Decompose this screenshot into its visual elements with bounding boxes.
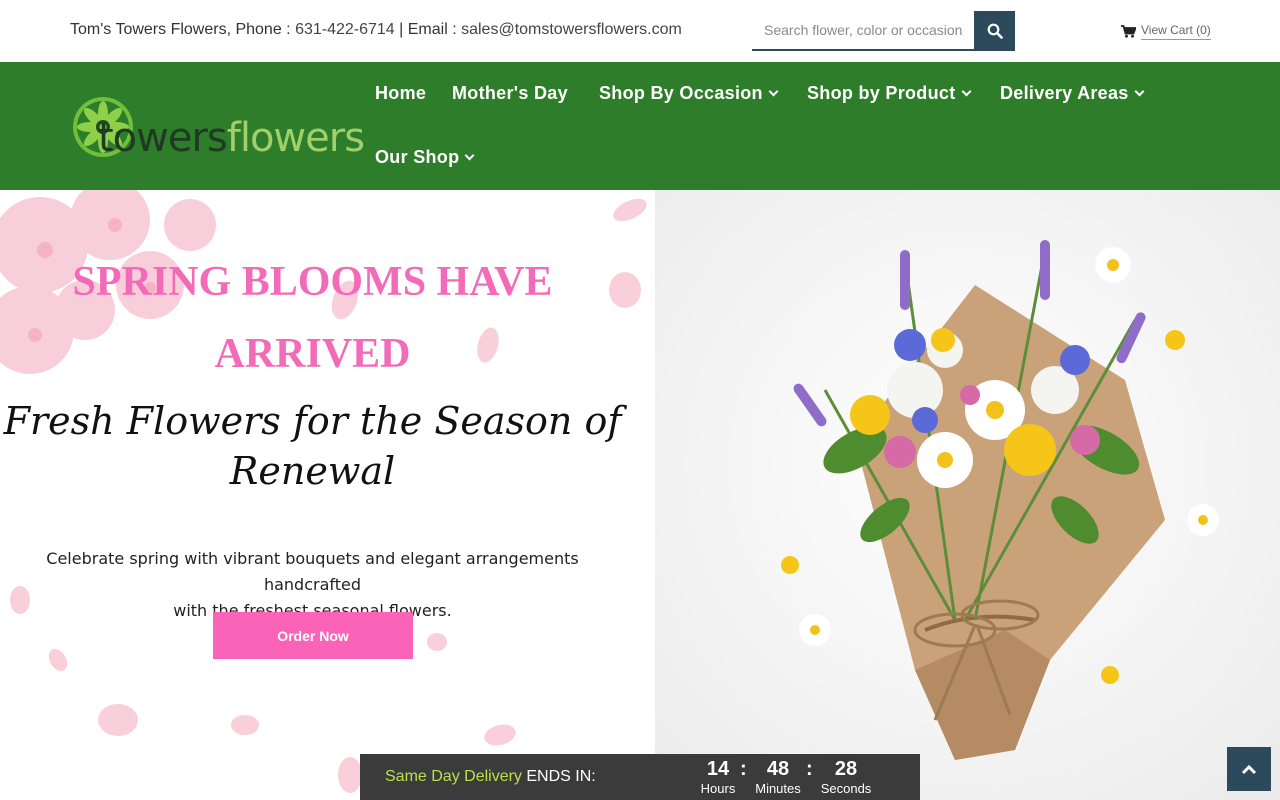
contact-info: Tom's Towers Flowers, Phone : 631-422-67… bbox=[70, 21, 682, 39]
countdown-seconds: 28 bbox=[834, 758, 858, 780]
search-form bbox=[752, 11, 1015, 51]
countdown-separator: : bbox=[740, 758, 747, 780]
countdown-separator: : bbox=[806, 758, 813, 780]
search-input[interactable] bbox=[752, 11, 974, 51]
cart-icon bbox=[1121, 25, 1136, 38]
cart-label: View Cart (0) bbox=[1141, 23, 1211, 40]
view-cart-link[interactable]: View Cart (0) bbox=[1121, 23, 1211, 40]
hero-headline: SPRING BLOOMS HAVE ARRIVED bbox=[72, 259, 553, 377]
chevron-up-icon bbox=[1241, 764, 1257, 775]
flower-bouquet-illustration bbox=[655, 190, 1280, 800]
bouquet-image bbox=[655, 190, 1280, 800]
phone-link[interactable]: 631-422-6714 bbox=[295, 21, 395, 38]
site-logo[interactable]: towersflowers bbox=[72, 94, 365, 164]
nav-shop-by-product[interactable]: Shop by Product bbox=[807, 83, 971, 104]
countdown-hours: 14 bbox=[706, 758, 730, 780]
email-prefix: | Email : bbox=[394, 21, 462, 38]
countdown-label: Same Day Delivery ENDS IN: bbox=[385, 768, 596, 785]
store-name: Tom's Towers Flowers, Phone : bbox=[70, 21, 296, 38]
countdown-seconds-label: Seconds bbox=[820, 781, 872, 796]
search-icon bbox=[987, 23, 1003, 39]
hero-script-subtitle: Fresh Flowers for the Season of Renewal bbox=[3, 399, 622, 493]
chevron-down-icon bbox=[1134, 86, 1145, 96]
order-now-button[interactable]: Order Now bbox=[213, 612, 413, 659]
nav-our-shop[interactable]: Our Shop bbox=[375, 147, 475, 168]
top-bar: Tom's Towers Flowers, Phone : 631-422-67… bbox=[0, 0, 1280, 62]
chevron-down-icon bbox=[464, 150, 475, 160]
email-link[interactable]: sales@tomstowersflowers.com bbox=[461, 21, 682, 38]
main-navbar: towersflowers Home Mother's Day Shop By … bbox=[0, 62, 1280, 190]
hero-banner: SPRING BLOOMS HAVE ARRIVED Fresh Flowers… bbox=[0, 190, 1280, 800]
nav-delivery-areas[interactable]: Delivery Areas bbox=[1000, 83, 1145, 104]
nav-shop-by-occasion[interactable]: Shop By Occasion bbox=[599, 83, 779, 104]
nav-home[interactable]: Home bbox=[375, 83, 426, 104]
delivery-countdown: Same Day Delivery ENDS IN: 14 : 48 : 28 … bbox=[360, 754, 920, 800]
countdown-hours-label: Hours bbox=[700, 781, 736, 796]
logo-wordmark: towersflowers bbox=[98, 115, 365, 161]
chevron-down-icon bbox=[768, 86, 779, 96]
search-button[interactable] bbox=[974, 11, 1015, 51]
countdown-minutes: 48 bbox=[766, 758, 790, 780]
countdown-minutes-label: Minutes bbox=[755, 781, 801, 796]
chevron-down-icon bbox=[961, 86, 971, 96]
back-to-top-button[interactable] bbox=[1227, 747, 1271, 791]
nav-mothers-day[interactable]: Mother's Day bbox=[452, 83, 568, 104]
